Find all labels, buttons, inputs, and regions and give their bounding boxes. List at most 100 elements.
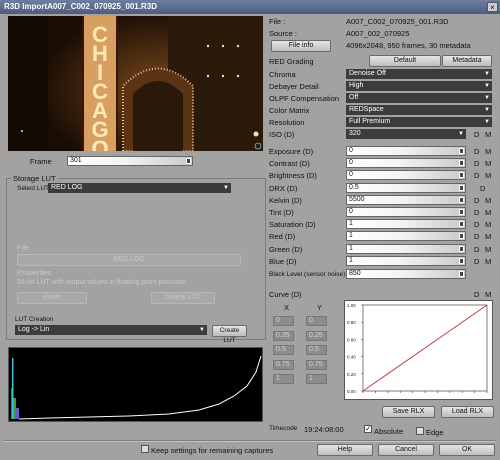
curve-point-x-1[interactable]: 0.25 (273, 330, 294, 341)
grading-dropdown-3[interactable]: REDSpace ▼ (346, 105, 492, 115)
slider-m-button-2[interactable]: M (485, 171, 491, 180)
slider-d-button-5[interactable]: D (474, 208, 479, 217)
grading-dropdown-4[interactable]: Full Premium ▼ (346, 117, 492, 127)
curve-m-button[interactable]: M (485, 290, 491, 299)
curve-point-x-2[interactable]: 0.5 (273, 345, 294, 355)
iso-m-button[interactable]: M (485, 130, 491, 139)
help-button[interactable]: Help (317, 444, 373, 456)
slider-knob[interactable] (459, 172, 464, 179)
grading-label-4: Resolution (269, 118, 305, 127)
slider-knob[interactable] (459, 160, 464, 167)
grading-dropdown-1[interactable]: High ▼ (346, 81, 492, 91)
grading-slider-7[interactable]: 1 (346, 231, 466, 242)
slider-m-button-5[interactable]: M (485, 208, 491, 217)
close-button[interactable]: × (487, 2, 498, 12)
curve-graph[interactable]: 1.00 0.80 0.60 0.40 0.20 0.00 (344, 300, 493, 400)
slider-label-9: Blue (D) (269, 256, 297, 266)
slider-m-button-4[interactable]: M (485, 196, 491, 205)
slider-m-button-7[interactable]: M (485, 232, 491, 241)
slider-d-button-4[interactable]: D (474, 196, 479, 205)
cancel-button[interactable]: Cancel (378, 444, 434, 456)
file-info-button[interactable]: File info (271, 40, 331, 52)
curve-point-y-4[interactable]: 1 (306, 374, 327, 384)
lut-file-field: RED LOG (17, 254, 241, 266)
histogram-plot (11, 355, 262, 420)
select-lut-dropdown[interactable]: RED LOG ▼ (48, 183, 231, 193)
preview-image: CHICAGO (8, 16, 263, 151)
window-title: R3D ImportA007_C002_070925_001.R3D (0, 0, 500, 14)
lut-creation-value: Log -> Lin (18, 326, 50, 333)
slider-knob[interactable] (459, 184, 464, 191)
grading-slider-8[interactable]: 1 (346, 243, 466, 254)
slider-knob[interactable] (459, 221, 464, 228)
grading-slider-4[interactable]: 5500 (346, 194, 466, 205)
slider-label-7: Red (D) (269, 232, 296, 242)
slider-d-button-9[interactable]: D (474, 257, 479, 266)
absolute-checkbox[interactable]: ✓ (364, 424, 372, 433)
slider-m-button-9[interactable]: M (485, 257, 491, 266)
keep-settings-checkbox[interactable] (141, 445, 149, 453)
black-level-slider[interactable]: 850 (346, 269, 466, 279)
frame-slider-knob[interactable] (186, 158, 191, 164)
slider-d-button-8[interactable]: D (474, 245, 479, 254)
curve-y-tick: 0.20 (347, 372, 356, 377)
slider-knob[interactable] (459, 233, 464, 240)
default-button[interactable]: Default (369, 55, 441, 67)
curve-point-y-2[interactable]: 0.5 (306, 345, 327, 355)
metadata-button[interactable]: Metadata (442, 55, 492, 67)
grading-slider-6[interactable]: 1 (346, 219, 466, 230)
slider-value: 0 (349, 159, 353, 167)
slider-m-button-1[interactable]: M (485, 159, 491, 168)
slider-d-button-7[interactable]: D (474, 232, 479, 241)
delete-lut-button[interactable]: Delete LUT (151, 292, 215, 304)
iso-d-button[interactable]: D (474, 130, 479, 139)
curve-point-y-3[interactable]: 0.75 (306, 359, 327, 370)
curve-point-y-1[interactable]: 0.25 (306, 330, 327, 341)
curve-point-x-0[interactable]: 0 (273, 316, 294, 326)
slider-knob[interactable] (459, 196, 464, 203)
slider-d-button-3[interactable]: D (480, 184, 485, 193)
grading-slider-3[interactable]: 0.5 (346, 182, 466, 193)
grading-dropdown-5[interactable]: 320 ▼ (346, 129, 466, 139)
grading-dropdown-2[interactable]: Off ▼ (346, 93, 492, 103)
slider-m-button-8[interactable]: M (485, 245, 491, 254)
save-rlx-button[interactable]: Save RLX (382, 406, 435, 418)
slider-m-button-0[interactable]: M (485, 147, 491, 156)
grading-dropdown-value: High (349, 82, 364, 89)
lut-creation-dropdown[interactable]: Log -> Lin ▼ (15, 325, 207, 335)
grading-dropdown-value: Full Premium (349, 118, 391, 125)
black-level-knob[interactable] (459, 271, 464, 277)
grading-dropdown-0[interactable]: Denoise Off ▼ (346, 69, 492, 79)
slider-knob[interactable] (459, 245, 464, 252)
histogram (8, 347, 263, 422)
slider-d-button-2[interactable]: D (474, 171, 479, 180)
frame-slider[interactable]: 301 (67, 156, 193, 166)
slider-label-3: DRX (D) (269, 183, 298, 193)
grading-slider-2[interactable]: 0 (346, 170, 466, 181)
slider-d-button-0[interactable]: D (474, 147, 479, 156)
slider-knob[interactable] (459, 209, 464, 215)
slider-label-0: Exposure (D) (269, 147, 314, 156)
curve-point-x-4[interactable]: 1 (273, 374, 294, 384)
frame-value: 301 (70, 157, 82, 164)
slider-knob[interactable] (459, 148, 464, 154)
curve-point-y-0[interactable]: 0 (306, 316, 327, 326)
select-lut-label: Select LUT (17, 185, 50, 192)
slider-value: 0 (349, 171, 353, 179)
create-lut-button[interactable]: Create LUT (212, 325, 247, 344)
grading-slider-1[interactable]: 0 (346, 158, 466, 169)
load-rlx-button[interactable]: Load RLX (441, 406, 494, 418)
curve-d-button[interactable]: D (474, 290, 479, 299)
ok-button[interactable]: OK (439, 444, 495, 456)
grading-slider-5[interactable]: 0 (346, 207, 466, 217)
grading-slider-0[interactable]: 0 (346, 146, 466, 156)
curve-point-x-3[interactable]: 0.75 (273, 359, 294, 370)
grading-slider-9[interactable]: 1 (346, 255, 466, 266)
edge-checkbox[interactable] (416, 427, 424, 435)
slider-d-button-6[interactable]: D (474, 220, 479, 229)
slider-m-button-6[interactable]: M (485, 220, 491, 229)
slider-d-button-1[interactable]: D (474, 159, 479, 168)
reset-button[interactable]: Reset (17, 292, 87, 304)
chevron-down-icon: ▼ (484, 71, 490, 77)
slider-knob[interactable] (459, 257, 464, 264)
